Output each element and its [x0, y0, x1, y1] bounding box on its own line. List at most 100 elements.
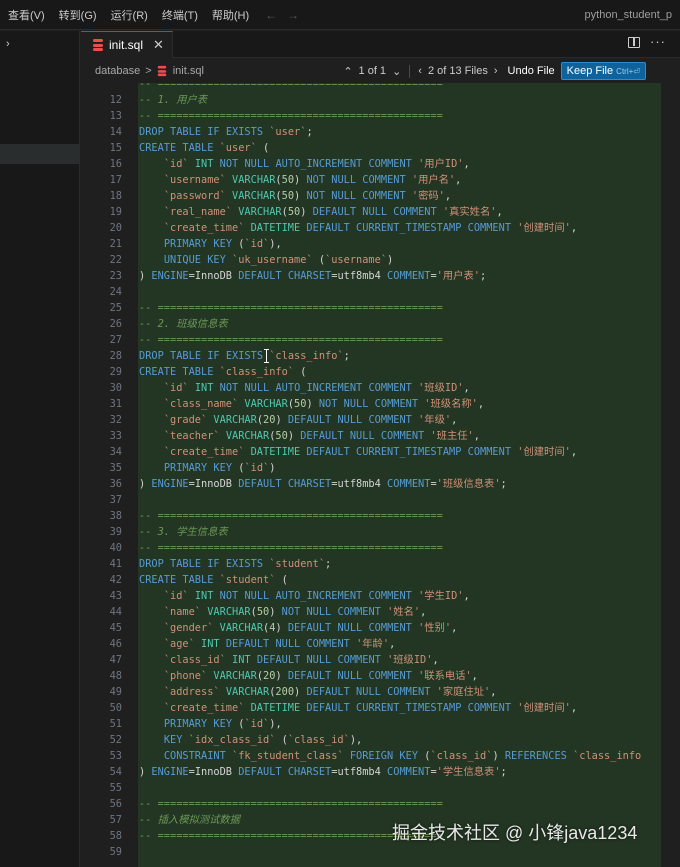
- code-line: KEY `idx_class_id` (`class_id`),: [163, 734, 363, 746]
- undo-file-button[interactable]: Undo File: [508, 65, 555, 77]
- line-number: 31: [109, 398, 122, 410]
- line-number: 57: [109, 814, 122, 826]
- line-number: 32: [109, 414, 122, 426]
- chevron-up-icon[interactable]: ⌃: [343, 65, 352, 78]
- code-line: `address` VARCHAR(200) DEFAULT NULL COMM…: [163, 686, 497, 698]
- line-number: 56: [109, 798, 122, 810]
- breadcrumb-separator: >: [145, 65, 152, 77]
- menu-bar: 查看(V) 转到(G) 运行(R) 终端(T) 帮助(H) ← → python…: [0, 0, 680, 30]
- line-number: 38: [109, 510, 122, 522]
- forward-arrow-icon[interactable]: →: [287, 8, 299, 22]
- chevron-right-icon[interactable]: ›: [6, 38, 10, 50]
- divider: [409, 64, 411, 78]
- editor-tab-bar: init.sql ✕ ···: [81, 31, 680, 58]
- menu-go[interactable]: 转到(G): [59, 7, 97, 23]
- split-editor-icon[interactable]: [628, 37, 640, 48]
- code-line: `id` INT NOT NULL AUTO_INCREMENT COMMENT…: [163, 158, 470, 170]
- chevron-down-icon[interactable]: ⌄: [392, 65, 401, 78]
- code-line: CREATE TABLE `class_info` (: [139, 366, 307, 378]
- files-counter: 2 of 13 Files: [427, 65, 488, 77]
- keep-file-button[interactable]: Keep File Ctrl+⏎: [560, 62, 646, 80]
- code-line: ) ENGINE=InnoDB DEFAULT CHARSET=utf8mb4 …: [139, 766, 507, 778]
- tab-init-sql[interactable]: init.sql ✕: [81, 31, 173, 58]
- line-number: 26: [109, 318, 122, 330]
- change-counter: 1 of 1: [358, 65, 387, 77]
- menu-terminal[interactable]: 终端(T): [162, 7, 198, 23]
- line-number: 37: [109, 494, 122, 506]
- code-line: DROP TABLE IF EXISTS `user`;: [139, 126, 313, 138]
- code-line: -- =====================================…: [139, 302, 443, 314]
- code-line: DROP TABLE IF EXISTS `student`;: [139, 558, 332, 570]
- menu-help[interactable]: 帮助(H): [212, 7, 249, 23]
- line-number: 41: [109, 558, 122, 570]
- code-line: -- 3. 学生信息表: [139, 526, 228, 538]
- line-number: 43: [109, 590, 122, 602]
- line-number: 33: [109, 430, 122, 442]
- line-number: 40: [109, 542, 122, 554]
- code-line: ) ENGINE=InnoDB DEFAULT CHARSET=utf8mb4 …: [139, 270, 487, 282]
- review-bar: ⌃ 1 of 1 ⌄ ‹ 2 of 13 Files › Undo File K…: [343, 62, 646, 80]
- line-number: 16: [109, 158, 122, 170]
- code-line: -- 1. 用户表: [139, 94, 208, 106]
- line-number: 14: [109, 126, 122, 138]
- line-number: 28: [109, 350, 122, 362]
- code-line: `create_time` DATETIME DEFAULT CURRENT_T…: [163, 446, 578, 458]
- line-number: 54: [109, 766, 122, 778]
- sidebar-selected-item[interactable]: [0, 144, 80, 164]
- code-line: ) ENGINE=InnoDB DEFAULT CHARSET=utf8mb4 …: [139, 478, 507, 490]
- code-line: `id` INT NOT NULL AUTO_INCREMENT COMMENT…: [163, 382, 470, 394]
- line-number: 46: [109, 638, 122, 650]
- code-line: `password` VARCHAR(50) NOT NULL COMMENT …: [163, 190, 452, 202]
- tab-label: init.sql: [109, 38, 144, 52]
- chevron-left-icon[interactable]: ‹: [418, 65, 422, 77]
- line-number: 59: [109, 846, 122, 858]
- code-line: `create_time` DATETIME DEFAULT CURRENT_T…: [163, 222, 578, 234]
- watermark: 掘金技术社区 @ 小锋java1234: [392, 823, 638, 843]
- keep-file-shortcut: Ctrl+⏎: [616, 67, 640, 76]
- breadcrumb-file[interactable]: init.sql: [173, 65, 204, 77]
- line-number: 50: [109, 702, 122, 714]
- window-title: python_student_p: [584, 9, 672, 21]
- code-line: `phone` VARCHAR(20) DEFAULT NULL COMMENT…: [163, 670, 478, 682]
- line-number: 47: [109, 654, 122, 666]
- code-line: `class_id` INT DEFAULT NULL COMMENT '班级I…: [163, 654, 439, 666]
- code-line: -- 插入模拟测试数据: [139, 814, 240, 826]
- code-line: `username` VARCHAR(50) NOT NULL COMMENT …: [163, 174, 462, 186]
- chevron-right-icon[interactable]: ›: [494, 65, 498, 77]
- code-line: -- =====================================…: [139, 510, 443, 522]
- code-line: UNIQUE KEY `uk_username` (`username`): [163, 254, 394, 266]
- code-line: -- 2. 班级信息表: [139, 318, 228, 330]
- line-number: 42: [109, 574, 122, 586]
- code-line: PRIMARY KEY (`id`),: [163, 238, 282, 250]
- line-number: 25: [109, 302, 122, 314]
- breadcrumb-folder[interactable]: database: [95, 65, 140, 77]
- line-number: 17: [109, 174, 122, 186]
- menu-run[interactable]: 运行(R): [111, 7, 148, 23]
- code-line: `age` INT DEFAULT NULL COMMENT '年龄',: [163, 638, 396, 650]
- code-line: CREATE TABLE `student` (: [139, 574, 288, 586]
- line-number: 52: [109, 734, 122, 746]
- line-number: 18: [109, 190, 122, 202]
- code-area[interactable]: -- =====================================…: [138, 83, 680, 867]
- code-line: `class_name` VARCHAR(50) NOT NULL COMMEN…: [163, 398, 485, 410]
- code-editor[interactable]: 12 13 14 15 16 17 18 19 20 21 22 23 24 25 26 27 28 29 30 31…: [81, 83, 680, 867]
- code-line: `gender` VARCHAR(4) DEFAULT NULL COMMENT…: [163, 622, 458, 634]
- code-line: `name` VARCHAR(50) NOT NULL COMMENT '姓名'…: [163, 606, 427, 618]
- code-line: -- =====================================…: [139, 110, 443, 122]
- database-icon: [93, 39, 103, 51]
- line-number: 36: [109, 478, 122, 490]
- line-number: 45: [109, 622, 122, 634]
- vscode-window: 查看(V) 转到(G) 运行(R) 终端(T) 帮助(H) ← → python…: [0, 0, 680, 867]
- line-number: 21: [109, 238, 122, 250]
- code-line: -- =====================================…: [139, 334, 443, 346]
- close-icon[interactable]: ✕: [153, 37, 164, 53]
- line-number: 22: [109, 254, 122, 266]
- line-number: 12: [109, 94, 122, 106]
- menu-view[interactable]: 查看(V): [8, 7, 45, 23]
- line-number: 48: [109, 670, 122, 682]
- keep-file-label: Keep File: [566, 65, 614, 77]
- back-arrow-icon[interactable]: ←: [265, 8, 277, 22]
- more-actions-icon[interactable]: ···: [650, 34, 666, 49]
- line-number: 34: [109, 446, 122, 458]
- mouse-cursor-icon: [264, 349, 269, 363]
